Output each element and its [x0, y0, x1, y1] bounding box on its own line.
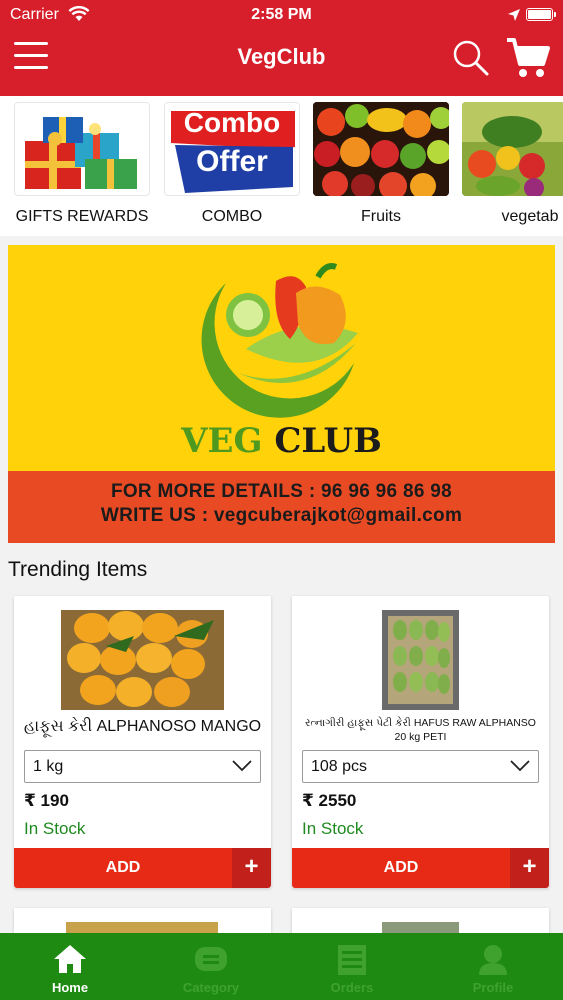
product-image: [382, 610, 459, 710]
header: Carrier 2:58 PM VegClub: [0, 0, 563, 96]
product-price: ₹ 2550: [302, 791, 357, 810]
stock-status: In Stock: [24, 819, 86, 838]
chevron-down-icon: [232, 760, 252, 772]
tab-orders[interactable]: Orders: [282, 933, 422, 1000]
product-card[interactable]: રત્નાગીરી હાફૂસ પેટી કેરી HAFUS RAW ALPH…: [292, 596, 549, 888]
category-label: vegetab: [501, 208, 559, 225]
product-name: રત્નાગીરી હાફૂસ પેટી કેરી HAFUS RAW ALPH…: [305, 717, 536, 743]
quantity-value: 1 kg: [33, 758, 64, 775]
banner-contact: FOR MORE DETAILS : 96 96 96 86 98 WRITE …: [8, 471, 555, 543]
plus-button[interactable]: +: [510, 848, 549, 888]
brand-wordmark: VEG CLUB: [8, 421, 555, 461]
nav-bar: VegClub: [0, 30, 563, 96]
status-bar: Carrier 2:58 PM: [0, 0, 563, 30]
tab-label: Profile: [472, 980, 514, 995]
trending-title: Trending Items: [8, 558, 148, 581]
tab-label: Orders: [330, 980, 374, 995]
stock-status: In Stock: [302, 819, 364, 838]
banner-email-line: WRITE US : vegcuberajkot@gmail.com: [100, 505, 463, 526]
category-combo[interactable]: Combo Offer COMBO: [164, 102, 300, 226]
category-label: Fruits: [361, 208, 401, 225]
category-gifts-rewards[interactable]: GIFTS REWARDS: [14, 102, 150, 226]
plus-button[interactable]: +: [232, 848, 271, 888]
profile-icon: [479, 945, 507, 975]
product-price: ₹ 190: [24, 791, 69, 810]
vegetables-image: [462, 102, 563, 196]
brand-veg: VEG: [181, 421, 263, 461]
chevron-down-icon: [510, 760, 530, 772]
category-vegetables[interactable]: vegetab: [462, 102, 563, 226]
tab-label: Home: [51, 980, 89, 995]
banner-details-line: FOR MORE DETAILS : 96 96 96 86 98: [110, 481, 453, 502]
category-icon: [195, 947, 227, 971]
location-arrow-icon: [508, 9, 520, 21]
add-button[interactable]: ADD: [14, 848, 232, 888]
quantity-value: 108 pcs: [311, 758, 368, 775]
brand-club: CLUB: [274, 421, 382, 461]
offer-image-text: Offer: [196, 145, 268, 178]
tab-home[interactable]: Home: [0, 933, 140, 1000]
battery-icon: [526, 8, 556, 21]
status-time: 2:58 PM: [251, 6, 312, 23]
quantity-select[interactable]: 108 pcs: [302, 750, 539, 783]
product-card[interactable]: હાફૂસ કેરી ALPHANOSO MANGO 1 kg ₹ 190 In…: [14, 596, 271, 888]
category-label: GIFTS REWARDS: [15, 208, 149, 225]
search-icon[interactable]: [451, 38, 491, 78]
cart-icon[interactable]: [505, 36, 551, 80]
gifts-image: [14, 102, 150, 196]
tab-profile[interactable]: Profile: [423, 933, 563, 1000]
home-icon: [54, 945, 86, 973]
combo-image-text: Combo: [183, 107, 281, 138]
bottom-tab-bar: Home Category Orders Profile: [0, 933, 563, 1000]
category-fruits[interactable]: Fruits: [313, 102, 449, 226]
product-image: [61, 610, 224, 710]
product-name: હાફૂસ કેરી ALPHANOSO MANGO: [23, 718, 262, 735]
vegclub-logo-icon: [201, 263, 358, 418]
tab-category[interactable]: Category: [141, 933, 281, 1000]
combo-offer-image: Combo Offer: [164, 102, 300, 196]
tab-label: Category: [182, 980, 240, 995]
promo-banner[interactable]: VEG CLUB FOR MORE DETAILS : 96 96 96 86 …: [8, 245, 555, 543]
add-button[interactable]: ADD: [292, 848, 510, 888]
fruits-image: [313, 102, 449, 196]
category-label: COMBO: [201, 208, 263, 225]
orders-icon: [338, 945, 366, 975]
category-strip: GIFTS REWARDS Combo Offer COMBO Fruits v…: [0, 96, 563, 236]
quantity-select[interactable]: 1 kg: [24, 750, 261, 783]
